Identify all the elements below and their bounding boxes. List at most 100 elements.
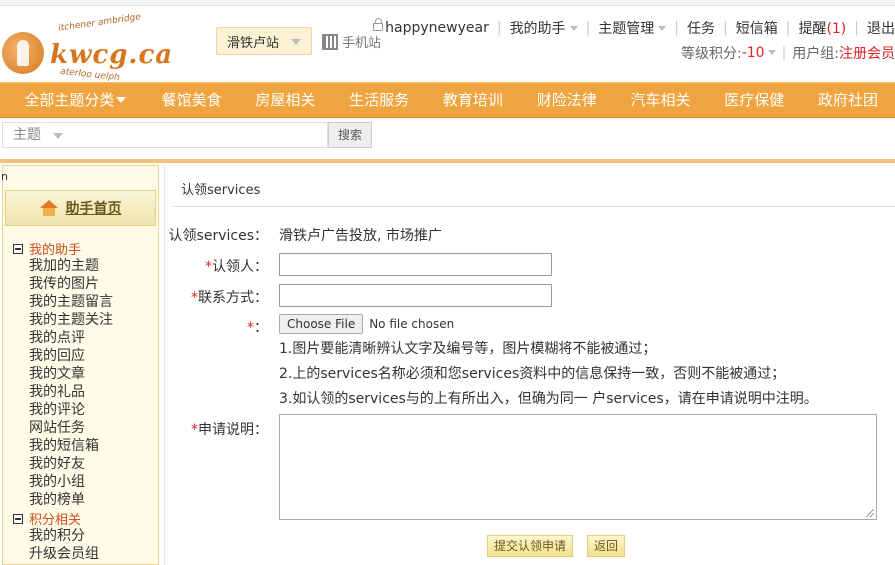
search-type-label: 主题 <box>13 127 41 143</box>
nav-item-gov-community[interactable]: 政府社团 <box>801 82 895 118</box>
chevron-down-icon <box>569 26 578 31</box>
sidebar-item-topic-comments[interactable]: 我的主题留言 <box>29 293 113 311</box>
home-icon <box>39 200 58 216</box>
file-upload: Choose File No file chosen <box>279 314 454 334</box>
username-link[interactable]: happynewyear <box>385 20 489 36</box>
logout-link[interactable]: 退出 <box>867 18 895 38</box>
user-group-link[interactable]: 注册会员 <box>839 43 895 63</box>
section-divider <box>0 159 895 163</box>
file-label: *： <box>247 320 268 336</box>
sidebar-item-my-points[interactable]: 我的积分 <box>29 527 99 545</box>
topic-manage-label: 主题管理 <box>598 21 655 37</box>
site-header: itchener ambridge kwcg.ca aterloo uelph … <box>0 6 895 83</box>
sidebar-item-articles[interactable]: 我的文章 <box>29 365 113 383</box>
sidebar-item-reviews[interactable]: 我的点评 <box>29 329 113 347</box>
nav-item-food[interactable]: 餐馆美食 <box>145 82 239 118</box>
contact-input[interactable] <box>279 284 552 307</box>
note-2: 2.上的services名称必须和您services资料中的信息保持一致，否则不… <box>279 366 786 382</box>
sidebar-item-replies[interactable]: 我的回应 <box>29 347 113 365</box>
nav-item-auto[interactable]: 汽车相关 <box>614 82 708 118</box>
sms-link[interactable]: 短信箱 <box>736 18 778 38</box>
sidebar: n 助手首页 我的助手 我加的主题 我传的图片 我的主题留言 我的主题关注 我的… <box>1 165 159 565</box>
claimer-label: *认领人： <box>205 259 268 275</box>
lock-icon <box>373 18 384 31</box>
search-input[interactable] <box>82 122 328 148</box>
choose-file-button[interactable]: Choose File <box>279 314 364 334</box>
nav-item-services[interactable]: 生活服务 <box>332 82 426 118</box>
score-value: -10 <box>741 45 765 61</box>
sidebar-item-gifts[interactable]: 我的礼品 <box>29 383 113 401</box>
sidebar-group-points-items: 我的积分 升级会员组 <box>29 527 99 563</box>
sidebar-item-comments[interactable]: 我的评论 <box>29 401 113 419</box>
score-bar: 等级积分: -10 | 用户组: 注册会员 <box>680 43 895 63</box>
nav-all-label: 全部主题分类 <box>24 91 115 109</box>
chevron-down-icon <box>658 26 667 31</box>
sidebar-item-friends[interactable]: 我的好友 <box>29 455 113 473</box>
sidebar-group-label: 我的助手 <box>29 243 82 258</box>
sidebar-item-my-topics[interactable]: 我加的主题 <box>29 257 113 275</box>
contact-label: *联系方式： <box>191 290 268 306</box>
sidebar-item-upgrade[interactable]: 升级会员组 <box>29 545 99 563</box>
qr-code-icon <box>322 33 338 50</box>
assistant-menu[interactable]: 我的助手 <box>510 18 578 38</box>
main-content: 认领services 认领services： 滑铁卢广告投放, 市场推广 *认领… <box>164 165 895 565</box>
page-title: 认领services <box>181 183 261 198</box>
note-3: 3.如认领的services与的上有所出入，但确为同一 户services，请在… <box>279 391 818 407</box>
sidebar-stub-text: n <box>1 170 8 183</box>
logo-arc-top: itchener ambridge <box>57 12 142 34</box>
chevron-down-icon <box>53 133 63 139</box>
maple-leaf-icon <box>2 32 44 74</box>
sidebar-group-points[interactable]: 积分相关 <box>13 509 81 528</box>
remind-label: 提醒 <box>798 21 827 37</box>
submit-claim-button[interactable]: 提交认领申请 <box>487 535 574 557</box>
nav-item-finance-law[interactable]: 财险法律 <box>520 82 614 118</box>
nav-item-medical[interactable]: 医疗保健 <box>707 82 801 118</box>
description-label: *申请说明： <box>191 422 268 438</box>
search-bar: 主题 搜索 <box>0 121 895 149</box>
chevron-down-icon <box>291 39 301 45</box>
claimer-input[interactable] <box>279 253 552 276</box>
mobile-site-link[interactable]: 手机站 <box>322 32 381 51</box>
station-selector[interactable]: 滑铁卢站 <box>216 27 312 55</box>
sidebar-item-groups[interactable]: 我的小组 <box>29 473 113 491</box>
sidebar-group-assistant[interactable]: 我的助手 <box>13 239 81 258</box>
group-label: 用户组: <box>792 46 839 62</box>
nav-item-housing[interactable]: 房屋相关 <box>238 82 332 118</box>
sidebar-item-site-tasks[interactable]: 网站任务 <box>29 419 113 437</box>
title-divider <box>173 206 895 207</box>
sidebar-group-assistant-items: 我加的主题 我传的图片 我的主题留言 我的主题关注 我的点评 我的回应 我的文章… <box>29 257 113 509</box>
search-button[interactable]: 搜索 <box>328 122 372 148</box>
note-1: 1.图片要能清晰辨认文字及编号等，图片模糊将不能被通过； <box>279 341 657 357</box>
back-button[interactable]: 返回 <box>587 535 626 557</box>
tasks-link[interactable]: 任务 <box>687 18 715 38</box>
collapse-icon <box>13 513 23 524</box>
score-menu[interactable]: -10 <box>742 45 776 61</box>
main-nav: 全部主题分类 餐馆美食 房屋相关 生活服务 教育培训 财险法律 汽车相关 医疗保… <box>0 82 895 118</box>
logo-brand: kwcg.ca <box>50 40 174 70</box>
remind-count: (1) <box>826 21 847 37</box>
description-textarea[interactable] <box>279 414 877 520</box>
sidebar-home-label: 助手首页 <box>65 201 122 217</box>
collapse-icon <box>13 243 23 254</box>
service-label: 认领services： <box>168 228 268 244</box>
assistant-label: 我的助手 <box>509 21 566 37</box>
caret-down-icon <box>116 97 127 103</box>
search-type-select[interactable]: 主题 <box>2 122 82 148</box>
file-status: No file chosen <box>369 317 455 331</box>
nav-all-categories[interactable]: 全部主题分类 <box>0 82 145 118</box>
site-logo[interactable]: itchener ambridge kwcg.ca aterloo uelph <box>2 12 172 83</box>
remind-link[interactable]: 提醒(1) <box>798 18 846 38</box>
sidebar-group-label: 积分相关 <box>29 513 82 528</box>
chevron-down-icon <box>767 50 776 55</box>
sidebar-item-topic-follows[interactable]: 我的主题关注 <box>29 311 113 329</box>
sidebar-home[interactable]: 助手首页 <box>5 190 156 226</box>
sidebar-item-my-images[interactable]: 我传的图片 <box>29 275 113 293</box>
nav-item-education[interactable]: 教育培训 <box>426 82 520 118</box>
sidebar-item-rankings[interactable]: 我的榜单 <box>29 491 113 509</box>
sidebar-item-sms[interactable]: 我的短信箱 <box>29 437 113 455</box>
station-label: 滑铁卢站 <box>227 35 280 51</box>
score-label: 等级积分: <box>680 46 742 62</box>
user-bar: happynewyear | 我的助手 | 主题管理 | 任务 | 短信箱 | … <box>373 18 895 38</box>
topic-manage-menu[interactable]: 主题管理 <box>598 18 667 38</box>
service-value: 滑铁卢广告投放, 市场推广 <box>279 228 442 244</box>
